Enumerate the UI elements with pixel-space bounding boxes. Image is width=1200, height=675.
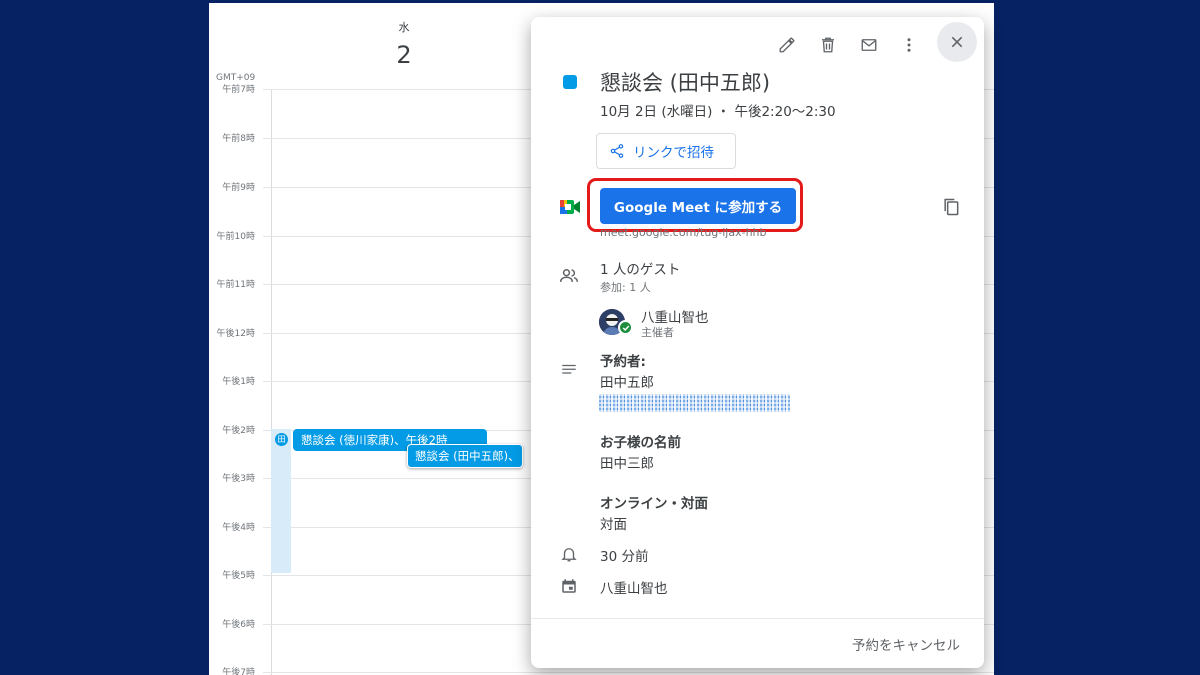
organizer-role: 主催者 xyxy=(641,326,674,339)
guest-count: 1 人のゲスト xyxy=(600,262,681,278)
hour-label: 午後2時 xyxy=(222,426,255,436)
bell-icon xyxy=(558,543,580,565)
cancel-booking-link[interactable]: 予約をキャンセル xyxy=(852,634,960,654)
redacted-text xyxy=(599,394,790,412)
calendar-icon xyxy=(558,575,580,597)
event-block-background[interactable] xyxy=(271,429,291,573)
guest-joined-count: 参加: 1 人 xyxy=(600,281,651,294)
edit-button[interactable] xyxy=(769,27,805,63)
share-icon xyxy=(610,144,624,158)
close-button[interactable] xyxy=(937,22,977,62)
hour-label: 午後1時 xyxy=(222,377,255,387)
description-child-label: お子様の名前 xyxy=(600,435,681,451)
email-icon xyxy=(861,39,877,51)
copy-meet-link-button[interactable] xyxy=(937,193,965,221)
calendar-owner: 八重山智也 xyxy=(600,581,668,597)
notes-icon xyxy=(558,359,580,381)
footer-divider xyxy=(531,618,984,619)
meet-url[interactable]: meet.google.com/tug-ijax-hhb xyxy=(600,226,767,238)
description-mode-value: 対面 xyxy=(600,517,627,533)
copy-icon xyxy=(944,198,959,216)
hour-label: 午後6時 xyxy=(222,620,255,630)
event-datetime: 10月 2日 (水曜日) ・ 午後2:20～2:30 xyxy=(600,104,836,120)
hour-label: 午後5時 xyxy=(222,571,255,581)
event-title: 懇談会 (田中五郎) xyxy=(600,71,771,95)
hour-label: 午前10時 xyxy=(216,232,255,242)
delete-button[interactable] xyxy=(810,27,846,63)
close-icon xyxy=(951,36,963,48)
hour-label: 午前11時 xyxy=(216,280,255,290)
delete-icon xyxy=(822,37,834,53)
day-number[interactable]: 2 xyxy=(384,41,424,69)
hour-label: 午前9時 xyxy=(222,183,255,193)
event-color-swatch xyxy=(563,75,577,89)
hour-row[interactable]: 午後7時 xyxy=(209,668,994,675)
day-of-week: 水 xyxy=(398,21,410,34)
hour-label: 午前8時 xyxy=(222,134,255,144)
people-icon xyxy=(558,265,580,287)
hour-label: 午後4時 xyxy=(222,523,255,533)
invite-button-label: リンクで招待 xyxy=(633,145,714,161)
event-type-icon: 田 xyxy=(275,433,288,446)
email-guests-button[interactable] xyxy=(851,27,887,63)
day-header[interactable]: 水 2 xyxy=(384,19,424,69)
description-mode-label: オンライン・対面 xyxy=(600,496,708,512)
accepted-check-icon xyxy=(618,320,633,335)
google-meet-icon xyxy=(559,198,581,220)
more-options-button[interactable] xyxy=(891,27,927,63)
join-google-meet-button[interactable]: Google Meet に参加する xyxy=(600,188,796,224)
more-vert-icon xyxy=(907,38,911,52)
hour-gridline xyxy=(263,672,994,673)
hour-label: 午前7時 xyxy=(222,85,255,95)
organizer-name[interactable]: 八重山智也 xyxy=(641,306,709,326)
reminder-text: 30 分前 xyxy=(600,549,649,565)
invite-by-link-button[interactable]: リンクで招待 xyxy=(596,133,736,169)
hour-label: 午後3時 xyxy=(222,474,255,484)
edit-icon xyxy=(779,37,795,53)
time-column-divider xyxy=(271,89,272,675)
description-child-name: 田中三郎 xyxy=(600,456,654,472)
hour-label: 午後7時 xyxy=(222,668,255,675)
hour-label: 午後12時 xyxy=(216,329,255,339)
description-booker-label: 予約者: xyxy=(600,354,646,370)
event-chip-tanaka[interactable]: 懇談会 (田中五郎)、 xyxy=(407,444,523,468)
event-details-popup: 懇談会 (田中五郎) 10月 2日 (水曜日) ・ 午後2:20～2:30 リン… xyxy=(531,17,984,668)
description-booker-name: 田中五郎 xyxy=(600,375,654,391)
